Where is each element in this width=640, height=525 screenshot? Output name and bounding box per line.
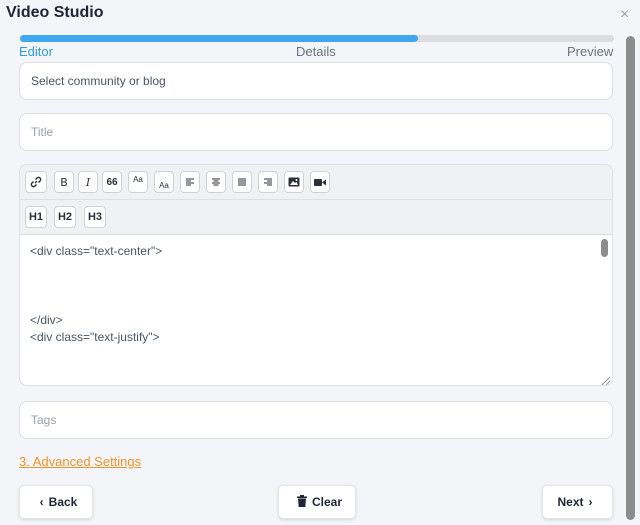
app-title: Video Studio — [6, 4, 104, 21]
bold-icon[interactable]: B — [54, 171, 74, 193]
heading-1-button[interactable]: H1 — [25, 206, 47, 228]
chevron-left-icon: ‹ — [39, 495, 44, 509]
tags-input[interactable]: Tags — [19, 401, 613, 439]
align-left-icon[interactable] — [180, 171, 200, 193]
quote-icon[interactable]: 66 — [102, 171, 122, 193]
video-icon[interactable] — [310, 171, 330, 193]
align-justify-icon[interactable] — [232, 171, 252, 193]
image-icon[interactable] — [284, 171, 304, 193]
community-select[interactable]: Select community or blog — [19, 62, 613, 100]
title-input[interactable]: Title — [19, 113, 613, 151]
chevron-right-icon: › — [588, 495, 593, 509]
resize-handle[interactable] — [602, 377, 610, 385]
step-editor[interactable]: Editor — [19, 44, 53, 59]
editor-line: <div class="text-center"> — [30, 244, 163, 258]
editor-scrollbar[interactable] — [600, 239, 609, 383]
step-details[interactable]: Details — [296, 44, 336, 59]
editor-line: </div> — [30, 313, 63, 327]
next-button[interactable]: Next › — [542, 485, 613, 519]
subscript-icon[interactable]: Aa — [154, 171, 174, 193]
heading-1-label: H1 — [28, 211, 44, 223]
clear-label: Clear — [311, 495, 343, 509]
editor-line: <div class="text-justify"> — [30, 330, 160, 344]
editor-toolbar: B I 66 Aa Aa — [20, 165, 612, 200]
align-right-icon[interactable] — [258, 171, 278, 193]
back-button[interactable]: ‹ Back — [19, 485, 93, 519]
step-preview[interactable]: Preview — [567, 44, 613, 59]
tags-placeholder: Tags — [31, 413, 57, 427]
clear-button[interactable]: Clear — [278, 485, 356, 519]
next-label: Next — [557, 495, 584, 509]
advanced-settings-link[interactable]: 3. Advanced Settings — [19, 454, 141, 469]
community-select-value: Select community or blog — [31, 74, 166, 88]
heading-3-button[interactable]: H3 — [84, 206, 106, 228]
superscript-icon[interactable]: Aa — [128, 171, 148, 193]
trash-icon — [296, 494, 307, 510]
heading-toolbar: H1 H2 H3 — [20, 200, 612, 235]
editor-textarea[interactable]: <div class="text-center"> </div> <div cl… — [20, 235, 612, 385]
heading-2-button[interactable]: H2 — [54, 206, 76, 228]
page-scrollbar[interactable] — [626, 36, 635, 520]
back-label: Back — [48, 495, 78, 509]
title-placeholder: Title — [31, 125, 54, 139]
italic-icon[interactable]: I — [78, 171, 98, 193]
heading-2-label: H2 — [57, 211, 73, 223]
progress-bar — [20, 35, 614, 42]
link-icon[interactable] — [25, 171, 47, 193]
heading-3-label: H3 — [87, 211, 103, 223]
close-icon[interactable]: × — [620, 6, 629, 24]
progress-fill — [20, 35, 418, 42]
markdown-editor: B I 66 Aa Aa H1 H2 H3 <div class="text-c… — [19, 164, 613, 386]
align-center-icon[interactable] — [206, 171, 226, 193]
